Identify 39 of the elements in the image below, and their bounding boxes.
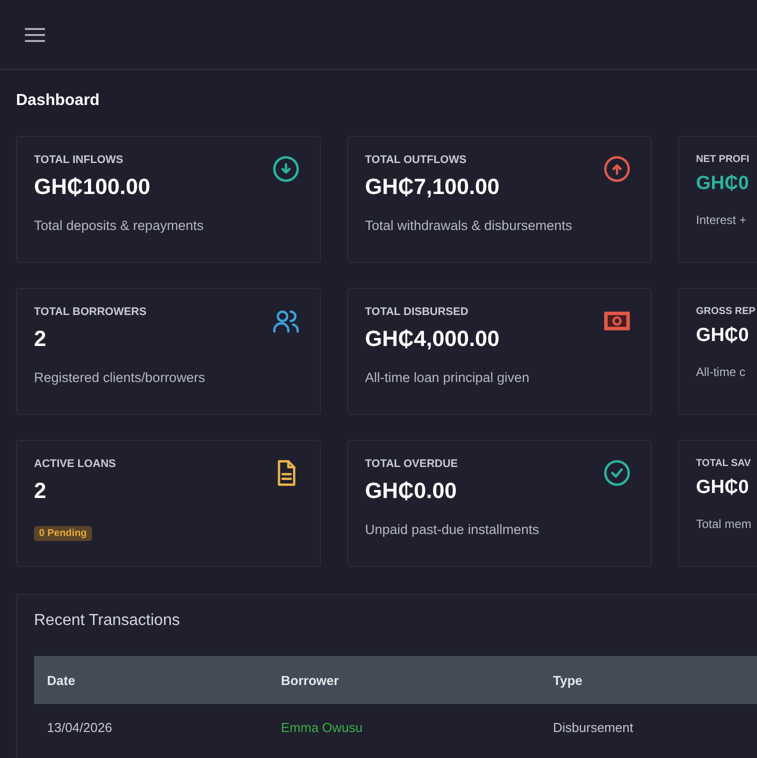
stat-value: GH₵0.00 — [365, 478, 458, 504]
borrower-link[interactable]: Emma Owusu — [281, 720, 553, 734]
stat-caption: Interest + — [696, 213, 748, 227]
stat-caption: Registered clients/borrowers — [34, 370, 206, 385]
stat-value: GH₵0 — [696, 173, 750, 195]
column-header: Date — [47, 672, 76, 688]
stat-caption: Unpaid past-due installments — [365, 522, 540, 537]
status-badge: 0 Pending — [34, 526, 92, 541]
arrow-down-circle-icon — [272, 155, 300, 183]
stat-value: GH₵100.00 — [34, 174, 152, 200]
stat-label: TOTAL DISBURSED — [365, 306, 470, 318]
table-cell-text: Disbursement — [553, 720, 634, 734]
stat-value: GH₵4,000.00 — [365, 326, 501, 352]
stat-label: NET PROFI — [696, 154, 750, 165]
stat-label: TOTAL OUTFLOWS — [365, 154, 468, 166]
stat-label: TOTAL OVERDUE — [365, 458, 459, 470]
stat-caption: All-time c — [696, 365, 746, 379]
stat-value: GH₵0 — [696, 325, 750, 347]
check-circle-icon — [603, 459, 631, 487]
stat-label: TOTAL INFLOWS — [34, 154, 124, 166]
stat-label: TOTAL BORROWERS — [34, 306, 148, 318]
stat-caption: All-time loan principal given — [365, 370, 530, 385]
stat-label: ACTIVE LOANS — [34, 458, 117, 470]
stat-value: 2 — [34, 478, 48, 504]
stat-label: GROSS REP — [696, 306, 756, 317]
arrow-up-circle-icon — [603, 155, 631, 183]
column-header: Borrower — [281, 672, 340, 688]
panel-title: Recent Transactions — [34, 612, 181, 630]
stat-caption: Total deposits & repayments — [34, 218, 205, 233]
stat-caption: Total withdrawals & disbursements — [365, 218, 574, 233]
column-header: Type — [553, 672, 584, 688]
stat-label: TOTAL SAV — [696, 458, 752, 469]
stat-value: GH₵7,100.00 — [365, 174, 501, 200]
stat-value: 2 — [34, 326, 48, 352]
stat-caption: Total mem — [696, 517, 752, 531]
stat-value: GH₵0 — [696, 477, 750, 499]
menu-icon[interactable] — [24, 26, 46, 42]
page-title: Dashboard — [16, 92, 101, 110]
table-cell-text: 13/04/2026 — [47, 720, 114, 734]
